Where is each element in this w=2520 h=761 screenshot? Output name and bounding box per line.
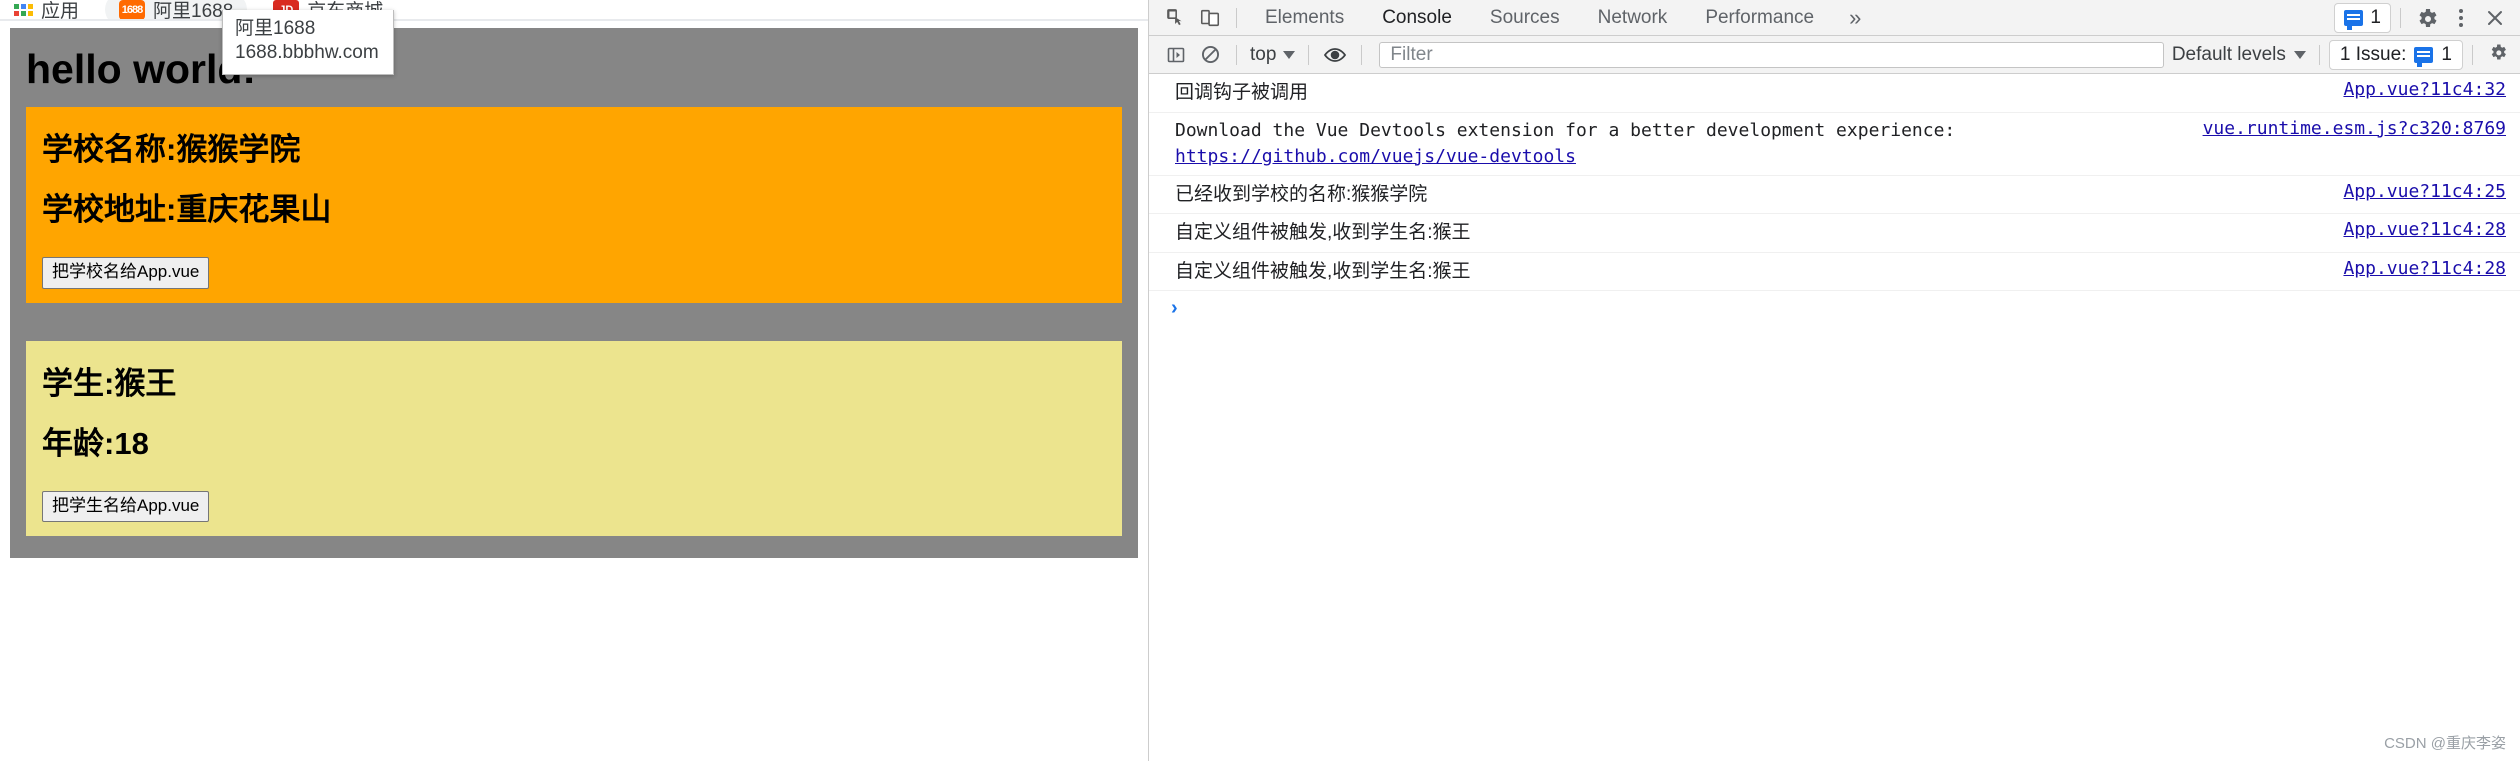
screen-root: 应用 1688 阿里1688 JD 京东商城 hello world! 学校名称… — [0, 0, 2520, 761]
message-bubble-icon — [2344, 9, 2364, 30]
filterbar-divider-5 — [2472, 44, 2473, 65]
filterbar-divider-4 — [2318, 44, 2320, 65]
console-row[interactable]: 已经收到学校的名称:猴猴学院 App.vue?11c4:25 — [1149, 176, 2520, 215]
student-age-text: 年龄:18 — [42, 425, 149, 461]
filterbar-divider-3 — [1361, 44, 1363, 65]
tab-elements[interactable]: Elements — [1246, 0, 1363, 35]
console-row[interactable]: Download the Vue Devtools extension for … — [1149, 113, 2520, 176]
console-row[interactable]: 自定义组件被触发,收到学生名:猴王 App.vue?11c4:28 — [1149, 214, 2520, 253]
console-filter-bar: top Default levels 1 Issue: 1 — [1149, 36, 2520, 74]
gear-icon[interactable] — [2410, 3, 2444, 33]
issues-bar-button[interactable]: 1 Issue: 1 — [2328, 39, 2463, 70]
console-message-text: 已经收到学校的名称:猴猴学院 — [1175, 183, 1428, 205]
chevron-double-right-icon[interactable]: » — [1833, 5, 1877, 31]
tab-performance[interactable]: Performance — [1686, 0, 1833, 35]
live-expression-icon[interactable] — [1318, 40, 1352, 70]
school-address-text: 学校地址:重庆花果山 — [42, 192, 332, 228]
console-row[interactable]: 回调钩子被调用 App.vue?11c4:32 — [1149, 74, 2520, 113]
console-message-url[interactable]: https://github.com/vuejs/vue-devtools — [1175, 146, 1576, 167]
tooltip-url: 1688.bbbhw.com — [235, 41, 379, 63]
filterbar-divider-2 — [1308, 44, 1310, 65]
console-sidebar-icon[interactable] — [1159, 40, 1193, 70]
devtools-pane: Elements Console Sources Network Perform… — [1148, 0, 2520, 761]
prompt-caret-icon: › — [1171, 297, 1178, 320]
execution-context-label: top — [1250, 43, 1277, 65]
message-bubble-icon-2 — [2414, 46, 2434, 67]
tab-network[interactable]: Network — [1579, 0, 1687, 35]
send-school-name-button[interactable]: 把学校名给App.vue — [42, 257, 210, 289]
issues-bar-label: 1 Issue: — [2339, 43, 2407, 65]
console-prompt[interactable]: › — [1149, 291, 2520, 326]
console-message-text: 自定义组件被触发,收到学生名:猴王 — [1175, 260, 1471, 282]
student-panel: 学生:猴王 年龄:18 把学生名给App.vue — [26, 340, 1122, 537]
bookmark-tooltip: 阿里1688 1688.bbbhw.com — [222, 10, 394, 76]
execution-context-select[interactable]: top — [1246, 44, 1299, 66]
devtools-tabs: Elements Console Sources Network Perform… — [1246, 0, 1877, 35]
filterbar-divider-1 — [1236, 44, 1237, 65]
console-message-text: 回调钩子被调用 — [1175, 82, 1309, 103]
devtools-toolbar: Elements Console Sources Network Perform… — [1149, 0, 2520, 36]
console-message-list[interactable]: 回调钩子被调用 App.vue?11c4:32 Download the Vue… — [1149, 74, 2520, 761]
clear-console-icon[interactable] — [1193, 40, 1227, 70]
browser-page-pane: 应用 1688 阿里1688 JD 京东商城 hello world! 学校名称… — [0, 0, 1148, 761]
filter-input[interactable] — [1379, 41, 2164, 68]
student-name-text: 学生:猴王 — [42, 365, 177, 401]
console-source-link[interactable]: App.vue?11c4:32 — [2343, 79, 2506, 100]
apps-grid-icon — [14, 3, 33, 16]
bookmark-apps-label: 应用 — [41, 1, 80, 19]
tooltip-title: 阿里1688 — [235, 18, 316, 39]
console-message-text: Download the Vue Devtools extension for … — [1175, 118, 1971, 170]
chevron-down-icon-2 — [2293, 50, 2306, 59]
toolbar-divider — [1236, 7, 1237, 28]
console-source-link[interactable]: vue.runtime.esm.js?c320:8769 — [2203, 118, 2506, 139]
log-levels-select[interactable]: Default levels — [2172, 44, 2310, 66]
log-levels-label: Default levels — [2171, 43, 2286, 65]
toolbar-divider-2 — [2400, 7, 2401, 28]
console-message-text: 自定义组件被触发,收到学生名:猴王 — [1175, 222, 1471, 244]
panel-spacer — [26, 314, 1122, 341]
page-title: hello world! — [26, 46, 257, 92]
issues-counter-button[interactable]: 1 — [2334, 2, 2391, 33]
kebab-menu-icon[interactable] — [2444, 8, 2478, 27]
bookmark-apps[interactable]: 应用 — [14, 0, 79, 19]
app-root-container: hello world! 学校名称:猴猴学院 学校地址:重庆花果山 把学校名给A… — [10, 28, 1138, 559]
device-toolbar-icon[interactable] — [1193, 3, 1227, 33]
send-student-name-button[interactable]: 把学生名给App.vue — [42, 490, 210, 523]
issues-count-label: 1 — [2370, 6, 2381, 28]
bookmarks-bar: 应用 1688 阿里1688 JD 京东商城 — [0, 0, 1148, 19]
console-source-link[interactable]: App.vue?11c4:25 — [2343, 181, 2506, 202]
issues-bar-count: 1 — [2441, 43, 2452, 65]
console-settings-icon[interactable] — [2482, 42, 2514, 68]
watermark-text: CSDN @重庆李姿 — [2384, 735, 2506, 752]
tab-console[interactable]: Console — [1363, 0, 1471, 35]
bookmarks-divider — [0, 19, 1148, 21]
console-source-link[interactable]: App.vue?11c4:28 — [2343, 258, 2506, 279]
chevron-down-icon — [1283, 50, 1296, 59]
console-row[interactable]: 自定义组件被触发,收到学生名:猴王 App.vue?11c4:28 — [1149, 253, 2520, 292]
inspect-element-icon[interactable] — [1159, 3, 1193, 33]
school-panel: 学校名称:猴猴学院 学校地址:重庆花果山 把学校名给App.vue — [26, 107, 1122, 303]
page-viewport: hello world! 学校名称:猴猴学院 学校地址:重庆花果山 把学校名给A… — [0, 28, 1148, 761]
console-message-body: Download the Vue Devtools extension for … — [1175, 119, 1956, 141]
alibaba-1688-favicon: 1688 — [119, 0, 146, 19]
close-icon[interactable] — [2478, 3, 2512, 33]
console-source-link[interactable]: App.vue?11c4:28 — [2343, 219, 2506, 240]
tab-sources[interactable]: Sources — [1471, 0, 1579, 35]
school-name-text: 学校名称:猴猴学院 — [42, 132, 301, 168]
